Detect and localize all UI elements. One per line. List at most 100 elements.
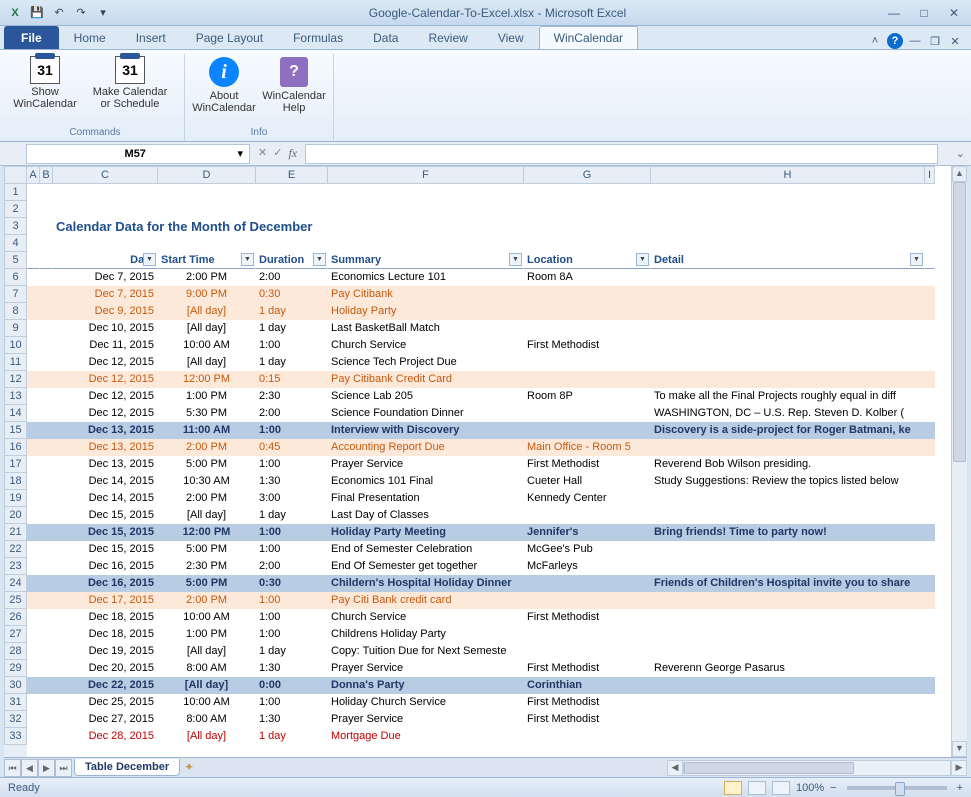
data-cell[interactable]	[925, 388, 935, 405]
data-cell[interactable]: Discovery is a side-project for Roger Ba…	[651, 422, 925, 439]
data-cell[interactable]	[925, 660, 935, 677]
data-cell[interactable]: Dec 12, 2015	[53, 371, 158, 388]
data-cell[interactable]: Dec 14, 2015	[53, 490, 158, 507]
data-cell[interactable]	[925, 575, 935, 592]
data-cell[interactable]	[925, 694, 935, 711]
data-cell[interactable]: Economics 101 Final	[328, 473, 524, 490]
data-cell[interactable]	[40, 405, 53, 422]
data-cell[interactable]	[925, 490, 935, 507]
data-cell[interactable]: 0:30	[256, 286, 328, 303]
data-cell[interactable]: 1:00 PM	[158, 388, 256, 405]
vscroll-thumb[interactable]	[953, 182, 966, 462]
header-location[interactable]: Location▼	[524, 252, 651, 269]
data-cell[interactable]: 2:00 PM	[158, 592, 256, 609]
data-cell[interactable]	[27, 269, 40, 286]
header-summary[interactable]: Summary▼	[328, 252, 524, 269]
data-row[interactable]: Dec 19, 2015[All day]1 dayCopy: Tuition …	[27, 643, 935, 660]
data-cell[interactable]	[651, 609, 925, 626]
row-header[interactable]: 30	[4, 677, 27, 694]
col-header[interactable]: H	[651, 166, 925, 184]
data-cell[interactable]: 1 day	[256, 303, 328, 320]
save-icon[interactable]: 💾	[28, 4, 46, 22]
data-cell[interactable]: [All day]	[158, 643, 256, 660]
data-cell[interactable]	[27, 507, 40, 524]
select-all-corner[interactable]	[4, 166, 27, 184]
hscroll-thumb[interactable]	[684, 762, 854, 774]
data-cell[interactable]	[40, 422, 53, 439]
undo-icon[interactable]: ↶	[50, 4, 68, 22]
data-cell[interactable]: 1:30	[256, 473, 328, 490]
filter-dropdown-icon[interactable]: ▼	[313, 253, 326, 266]
data-cell[interactable]: 12:00 PM	[158, 371, 256, 388]
row-header[interactable]: 17	[4, 456, 27, 473]
data-cell[interactable]: Dec 15, 2015	[53, 524, 158, 541]
data-cell[interactable]: 1:30	[256, 711, 328, 728]
row-header[interactable]: 14	[4, 405, 27, 422]
row-header[interactable]: 28	[4, 643, 27, 660]
data-cell[interactable]	[651, 269, 925, 286]
data-cell[interactable]: 2:00 PM	[158, 439, 256, 456]
data-cell[interactable]: Pay Citi Bank credit card	[328, 592, 524, 609]
row-header[interactable]: 26	[4, 609, 27, 626]
header-date[interactable]: Date▼	[53, 252, 158, 269]
data-cell[interactable]: 12:00 PM	[158, 524, 256, 541]
data-cell[interactable]: 10:00 AM	[158, 609, 256, 626]
data-row[interactable]: Dec 27, 20158:00 AM1:30Prayer ServiceFir…	[27, 711, 935, 728]
data-cell[interactable]	[925, 320, 935, 337]
row-header[interactable]: 7	[4, 286, 27, 303]
row-header[interactable]: 11	[4, 354, 27, 371]
data-cell[interactable]	[27, 660, 40, 677]
row-header[interactable]: 29	[4, 660, 27, 677]
tab-page-layout[interactable]: Page Layout	[181, 26, 278, 49]
data-cell[interactable]	[27, 728, 40, 745]
row-header[interactable]: 23	[4, 558, 27, 575]
data-cell[interactable]	[651, 711, 925, 728]
data-cell[interactable]: Dec 19, 2015	[53, 643, 158, 660]
data-row[interactable]: Dec 12, 2015[All day]1 dayScience Tech P…	[27, 354, 935, 371]
data-cell[interactable]	[40, 575, 53, 592]
data-cell[interactable]	[40, 626, 53, 643]
data-cell[interactable]	[651, 490, 925, 507]
data-cell[interactable]	[925, 405, 935, 422]
data-cell[interactable]	[524, 626, 651, 643]
data-cell[interactable]	[524, 575, 651, 592]
data-cell[interactable]	[40, 286, 53, 303]
data-cell[interactable]: 2:00	[256, 558, 328, 575]
vertical-scrollbar[interactable]: ▲ ▼	[951, 166, 967, 757]
row-header[interactable]: 5	[4, 252, 27, 269]
data-cell[interactable]: 0:00	[256, 677, 328, 694]
data-cell[interactable]: Accounting Report Due	[328, 439, 524, 456]
row-header[interactable]: 6	[4, 269, 27, 286]
data-cell[interactable]: 2:30	[256, 388, 328, 405]
data-cell[interactable]: Dec 16, 2015	[53, 575, 158, 592]
data-cell[interactable]: Mortgage Due	[328, 728, 524, 745]
data-cell[interactable]	[651, 337, 925, 354]
data-cell[interactable]: McGee's Pub	[524, 541, 651, 558]
data-cell[interactable]: Friends of Children's Hospital invite yo…	[651, 575, 925, 592]
new-sheet-icon[interactable]: ✦	[184, 760, 204, 776]
maximize-icon[interactable]: □	[913, 5, 935, 21]
data-cell[interactable]: 1:00	[256, 592, 328, 609]
data-row[interactable]: Dec 18, 20151:00 PM1:00Childrens Holiday…	[27, 626, 935, 643]
doc-minimize-icon[interactable]: —	[907, 33, 923, 49]
data-cell[interactable]: Dec 7, 2015	[53, 286, 158, 303]
filter-dropdown-icon[interactable]: ▼	[910, 253, 923, 266]
row-header[interactable]: 3	[4, 218, 27, 235]
data-cell[interactable]: Dec 16, 2015	[53, 558, 158, 575]
data-cell[interactable]	[524, 643, 651, 660]
formula-input[interactable]	[305, 144, 938, 164]
data-cell[interactable]	[27, 711, 40, 728]
data-cell[interactable]	[40, 456, 53, 473]
excel-icon[interactable]: X	[6, 4, 24, 22]
data-row[interactable]: Dec 12, 20151:00 PM2:30Science Lab 205Ro…	[27, 388, 935, 405]
data-cell[interactable]: Dec 9, 2015	[53, 303, 158, 320]
data-cell[interactable]: Dec 28, 2015	[53, 728, 158, 745]
data-cell[interactable]	[27, 422, 40, 439]
hscroll-track[interactable]	[683, 760, 951, 776]
qat-more-icon[interactable]: ▾	[94, 4, 112, 22]
row-header[interactable]: 22	[4, 541, 27, 558]
data-cell[interactable]	[925, 524, 935, 541]
data-cell[interactable]	[27, 354, 40, 371]
data-cell[interactable]: Dec 12, 2015	[53, 405, 158, 422]
row-header[interactable]: 2	[4, 201, 27, 218]
